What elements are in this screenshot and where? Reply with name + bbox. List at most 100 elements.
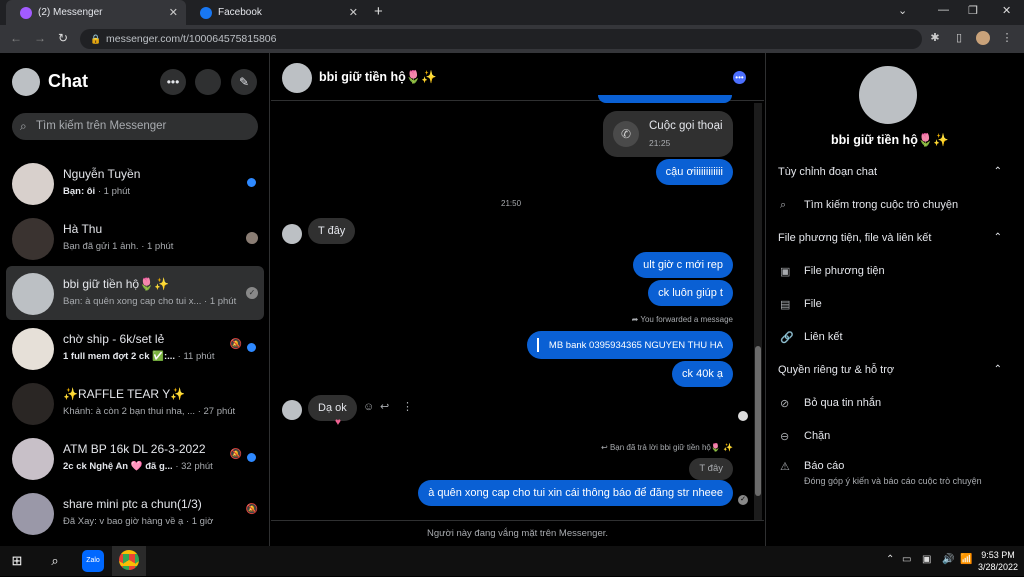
avatar — [12, 383, 54, 425]
ignore-icon: ⊘ — [780, 398, 790, 410]
chevron-up-icon[interactable]: ⌃ — [994, 364, 1002, 375]
tray-expand-icon[interactable]: ⌃ — [886, 554, 894, 565]
user-avatar[interactable] — [12, 68, 40, 96]
system-clock[interactable]: 9:53 PM 3/28/2022 — [978, 549, 1018, 573]
files-item[interactable]: File — [804, 298, 822, 310]
message-bubble[interactable]: à quên xong cap cho tui xin cái thông bá… — [418, 480, 733, 506]
message-bubble[interactable]: cậu ơiiiiiiiiiiii — [655, 159, 733, 185]
search-input[interactable]: ⌕ Tìm kiếm trên Messenger — [12, 113, 258, 140]
new-message-button[interactable]: ✎ — [231, 69, 257, 95]
restore-icon[interactable]: ❐ — [968, 4, 978, 17]
contact-avatar-large[interactable] — [859, 66, 917, 124]
link-icon: 🔗 — [780, 332, 794, 344]
conversation-preview: 2c ck Nghệ An 🩷 đã g... · 32 phút — [63, 461, 213, 472]
info-icon[interactable]: ••• — [733, 71, 746, 84]
contact-avatar[interactable] — [282, 63, 312, 93]
seen-avatar-icon — [246, 232, 258, 244]
avatar — [12, 493, 54, 535]
react-icon[interactable]: ☺ — [363, 401, 374, 413]
close-window-icon[interactable]: ✕ — [1002, 4, 1011, 17]
forwarded-message-bubble[interactable]: MB bank 0395934365 NGUYEN THU HA — [526, 331, 733, 359]
links-item[interactable]: Liên kết — [804, 331, 843, 343]
section-media-files[interactable]: File phương tiện, file và liên kết — [778, 232, 931, 244]
browser-tab-bar: (2) Messenger ✕ Facebook ✕ + ⌄ — ❐ ✕ — [0, 0, 1024, 25]
reply-icon: ↩ — [601, 443, 610, 452]
new-tab-icon[interactable]: + — [374, 3, 383, 20]
search-icon[interactable]: ⌕ — [44, 550, 66, 572]
ignore-messages-item[interactable]: Bỏ qua tin nhắn — [804, 397, 881, 409]
section-customize[interactable]: Tùy chỉnh đoạn chat — [778, 166, 877, 178]
wifi-icon[interactable]: 📶 — [960, 554, 972, 565]
block-item[interactable]: Chặn — [804, 430, 830, 442]
close-tab-icon[interactable]: ✕ — [169, 6, 178, 19]
profile-avatar-icon[interactable] — [976, 31, 990, 45]
search-in-chat-item[interactable]: Tìm kiếm trong cuộc trò chuyện — [804, 199, 958, 211]
message-bubble[interactable]: ult giờ c mới rep — [633, 252, 733, 278]
zalo-app-icon[interactable]: Zalo — [82, 550, 104, 572]
contact-name[interactable]: bbi giữ tiền hộ🌷✨ — [319, 70, 437, 85]
side-panel-icon[interactable]: ▯ — [952, 31, 966, 45]
reply-icon[interactable]: ↩ — [380, 400, 389, 413]
reply-quote[interactable]: T đây — [689, 458, 733, 480]
close-tab-icon[interactable]: ✕ — [349, 6, 358, 19]
forward-icon[interactable]: → — [34, 31, 46, 45]
block-icon: ⊖ — [780, 431, 790, 443]
options-button[interactable]: ••• — [160, 69, 186, 95]
chevron-up-icon[interactable]: ⌃ — [994, 166, 1002, 177]
conversation-item[interactable]: share mini ptc a chun(1/3) Đã Xay: v bao… — [6, 486, 264, 540]
conversation-preview: Bạn: à quên xong cap cho tui x... · 1 ph… — [63, 296, 237, 307]
volume-icon[interactable]: 🔊 — [942, 554, 954, 565]
conversation-name: bbi giữ tiền hộ🌷✨ — [63, 277, 169, 291]
section-privacy[interactable]: Quyền riêng tư & hỗ trợ — [778, 364, 894, 376]
tab-search-icon[interactable]: ⌄ — [898, 4, 907, 17]
address-bar-row: ← → ↻ 🔒 messenger.com/t/100064575815806 — [0, 25, 1024, 53]
conversation-name: ✨RAFFLE TEAR Y✨ — [63, 387, 186, 401]
message-bubble[interactable]: Dạ ok — [308, 395, 357, 421]
chat-panel: bbi giữ tiền hộ🌷✨ ••• ✆ Cuộc gọi thoại 2… — [271, 53, 764, 546]
chat-sidebar: Chat ••• ✎ ⌕ Tìm kiếm trên Messenger Ngu… — [0, 53, 270, 546]
call-card[interactable]: ✆ Cuộc gọi thoại 21:25 — [603, 111, 733, 157]
tab-messenger[interactable]: (2) Messenger ✕ — [6, 0, 186, 25]
unread-dot — [247, 343, 256, 352]
url-field[interactable]: 🔒 messenger.com/t/100064575815806 — [80, 29, 922, 49]
media-item[interactable]: File phương tiện — [804, 265, 885, 277]
lock-icon: 🔒 — [90, 34, 102, 44]
message-bubble[interactable]: ck luôn giúp t — [648, 280, 733, 306]
message-bubble[interactable]: T đây — [308, 218, 356, 244]
conversation-item[interactable]: chờ ship - 6k/set lẻ 1 full mem đợt 2 ck… — [6, 321, 264, 375]
contact-avatar — [282, 224, 302, 244]
muted-bell-icon: 🔕 — [229, 339, 242, 350]
conversation-item[interactable]: ATM BP 16k DL 26-3-2022 2c ck Nghệ An 🩷 … — [6, 431, 264, 485]
muted-bell-icon: 🔕 — [229, 449, 242, 460]
conversation-item[interactable]: Hà Thu Bạn đã gửi 1 ảnh. · 1 phút — [6, 211, 264, 265]
avatar — [12, 163, 54, 205]
extensions-icon[interactable]: ✱ — [928, 31, 942, 45]
chrome-app-icon[interactable] — [112, 546, 146, 576]
conversation-item[interactable]: ✨RAFFLE TEAR Y✨ Khánh: à còn 2 bạn thui … — [6, 376, 264, 430]
muted-bell-icon: 🔕 — [245, 504, 258, 515]
more-icon[interactable]: ⋮ — [402, 400, 413, 413]
minimize-icon[interactable]: — — [938, 4, 949, 16]
video-call-button[interactable] — [195, 69, 221, 95]
conversation-name: chờ ship - 6k/set lẻ — [63, 332, 165, 346]
conversation-preview: Khánh: à còn 2 bạn thui nha, ... · 27 ph… — [63, 406, 236, 417]
reload-icon[interactable]: ↻ — [58, 31, 68, 45]
menu-icon[interactable]: ⋮ — [1000, 31, 1014, 45]
windows-taskbar: ⊞ ⌕ Zalo ⌃ ▭ ▣ 🔊 📶 9:53 PM 3/28/2022 — [0, 546, 1024, 576]
search-icon: ⌕ — [780, 199, 787, 211]
message-bubble[interactable]: ck 40k ạ — [672, 361, 733, 387]
back-icon[interactable]: ← — [10, 31, 22, 45]
chevron-up-icon[interactable]: ⌃ — [994, 232, 1002, 243]
search-placeholder: Tìm kiếm trên Messenger — [36, 120, 167, 132]
report-item[interactable]: Báo cáo — [804, 460, 844, 472]
tray-app-icon[interactable]: ▭ — [902, 554, 911, 565]
chat-scrollbar-thumb[interactable] — [755, 346, 761, 496]
sent-check-icon: ✓ — [738, 495, 748, 505]
heart-reaction-icon[interactable]: ♥ — [335, 417, 341, 428]
conversation-item[interactable]: Nguyễn Tuyền Bạn: ôi · 1 phút — [6, 156, 264, 210]
tray-app-icon[interactable]: ▣ — [922, 554, 931, 565]
tab-facebook[interactable]: Facebook ✕ — [186, 0, 366, 25]
conversation-item[interactable]: bbi giữ tiền hộ🌷✨ Bạn: à quên xong cap c… — [6, 266, 264, 320]
windows-start-icon[interactable]: ⊞ — [6, 550, 28, 572]
chat-header: bbi giữ tiền hộ🌷✨ ••• — [271, 53, 764, 101]
